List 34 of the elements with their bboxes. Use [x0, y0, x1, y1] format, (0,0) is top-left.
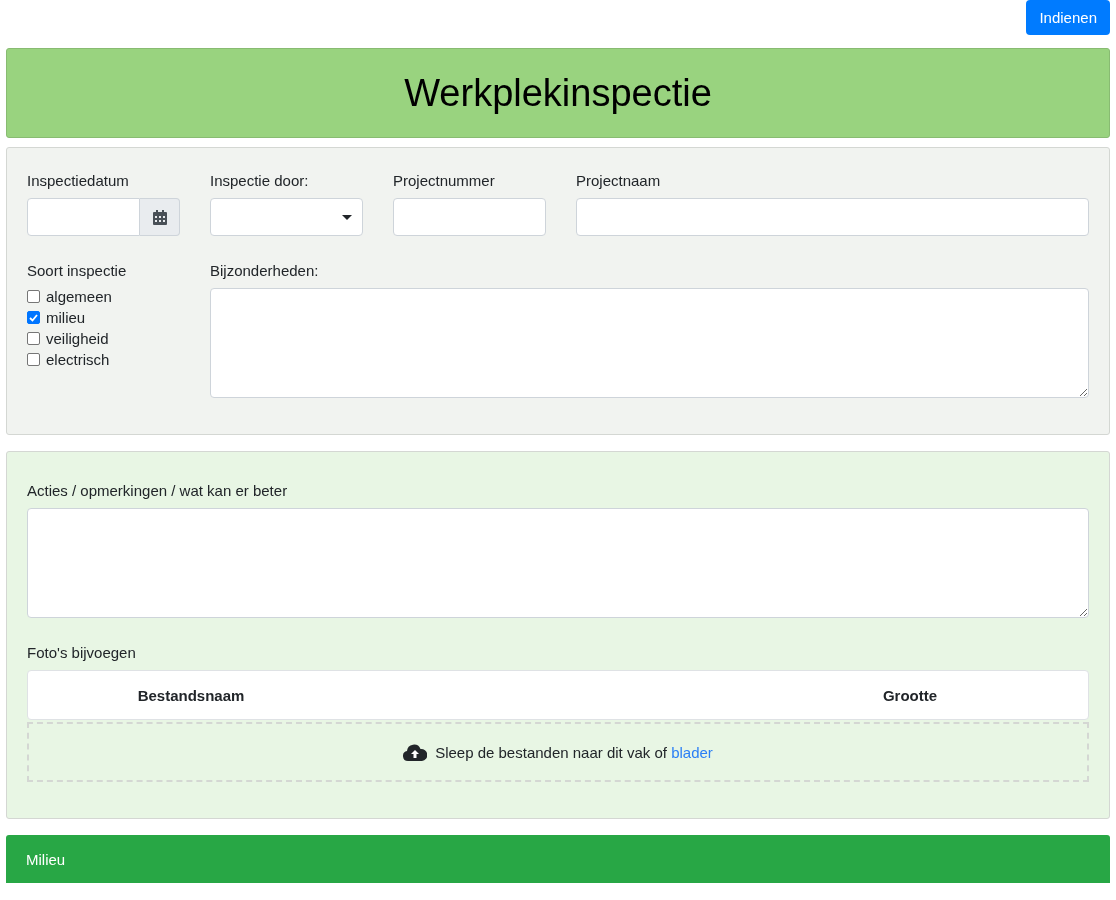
drop-zone[interactable]: Sleep de bestanden naar dit vak of blader	[27, 722, 1089, 782]
page-title: Werkplekinspectie	[404, 71, 712, 115]
field-label: Projectnummer	[393, 172, 496, 189]
project-name-field[interactable]	[576, 198, 1089, 236]
drop-instruction: Sleep de bestanden naar dit vak of blader	[435, 743, 713, 761]
field-label: Bijzonderheden:	[210, 262, 320, 279]
field-label: Soort inspectie	[27, 262, 128, 279]
column-header: Bestandsnaam	[136, 686, 246, 704]
checkbox[interactable]	[27, 353, 40, 366]
field-label: Acties / opmerkingen / wat kan er beter	[27, 482, 289, 499]
calendar-icon	[152, 209, 167, 225]
checkbox[interactable]	[27, 290, 40, 303]
details-textarea[interactable]	[210, 288, 1089, 398]
checkbox-label: veiligheid	[46, 330, 109, 347]
column-header: Grootte	[881, 686, 939, 704]
actions-textarea[interactable]	[27, 508, 1089, 618]
checkbox[interactable]	[27, 332, 40, 345]
section-title: Milieu	[26, 850, 66, 868]
checkbox-label: milieu	[46, 309, 86, 326]
submit-button[interactable]: Indienen	[1026, 0, 1110, 35]
checkbox-label: electrisch	[46, 351, 110, 368]
cloud-upload-icon	[403, 743, 428, 761]
caret-icon	[342, 214, 352, 220]
browse-link[interactable]: blader	[671, 743, 713, 761]
field-label: Inspectie door:	[210, 172, 310, 189]
field-label: Foto's bijvoegen	[27, 644, 137, 661]
field-label: Projectnaam	[576, 172, 662, 189]
project-number-field[interactable]	[393, 198, 546, 236]
calendar-button[interactable]	[140, 198, 180, 236]
checkbox-label: algemeen	[46, 288, 112, 305]
checkbox[interactable]	[27, 311, 40, 324]
inspector-select[interactable]	[210, 198, 363, 236]
field-label: Inspectiedatum	[27, 172, 130, 189]
date-field[interactable]	[27, 198, 140, 236]
